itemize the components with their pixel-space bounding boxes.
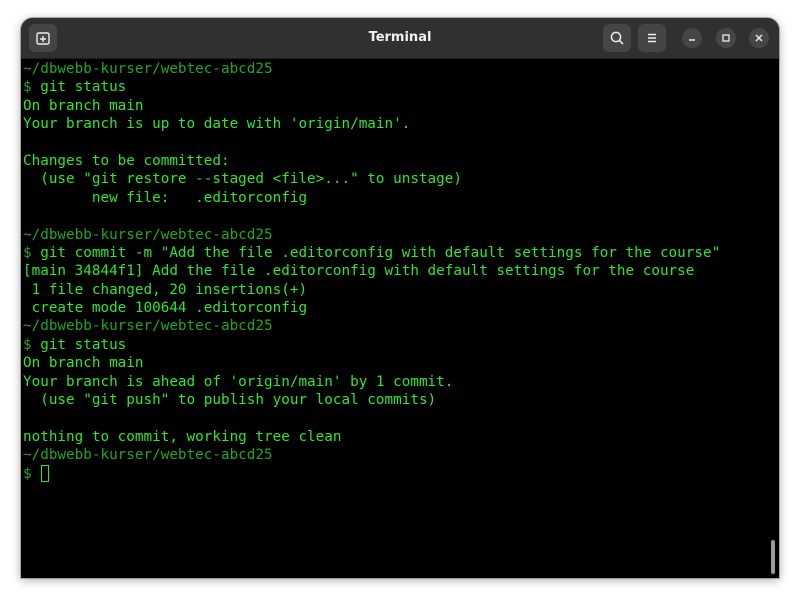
close-icon: [755, 34, 763, 42]
output-line: nothing to commit, working tree clean: [23, 428, 342, 445]
search-icon: [610, 31, 624, 45]
command-line: $ git status: [23, 336, 720, 354]
output-line: On branch main: [23, 97, 144, 114]
current-prompt-line: $: [23, 464, 720, 483]
command-text: [32, 466, 41, 482]
command-text: git commit -m "Add the file .editorconfi…: [31, 244, 721, 261]
terminal-output-area[interactable]: ~/dbwebb-kurser/webtec-abcd25 $ git statu…: [21, 59, 779, 578]
hamburger-menu-icon: [648, 33, 656, 43]
prompt-symbol: $: [23, 465, 32, 482]
output-line: Your branch is up to date with 'origin/m…: [23, 116, 411, 133]
output-line: On branch main: [23, 355, 144, 372]
maximize-button[interactable]: [716, 28, 736, 48]
output-line: (use "git push" to publish your local co…: [23, 392, 437, 409]
output-line: [main 34844f1] Add the file .editorconfi…: [23, 263, 695, 280]
menu-button[interactable]: [638, 24, 666, 52]
output-line: 1 file changed, 20 insertions(+): [23, 281, 308, 298]
scrollbar[interactable]: [771, 540, 775, 574]
output-line: create mode 100644 .editorconfig: [23, 300, 308, 317]
command-line: $ git commit -m "Add the file .editorcon…: [23, 244, 720, 262]
close-button[interactable]: [749, 28, 769, 48]
prompt-path-line: ~/dbwebb-kurser/webtec-abcd25: [23, 318, 273, 335]
title-bar[interactable]: Terminal: [21, 18, 779, 59]
prompt-symbol: $: [23, 244, 32, 261]
terminal-lines: ~/dbwebb-kurser/webtec-abcd25 $ git statu…: [23, 60, 720, 483]
search-button[interactable]: [603, 24, 631, 52]
blank-line: [23, 207, 720, 225]
prompt-path-line: ~/dbwebb-kurser/webtec-abcd25: [23, 447, 273, 464]
prompt-path-line: ~/dbwebb-kurser/webtec-abcd25: [23, 61, 273, 77]
output-line: new file: .editorconfig: [23, 189, 308, 206]
blank-line: [23, 409, 720, 427]
minimize-icon: [689, 39, 695, 41]
minimize-button[interactable]: [682, 28, 702, 48]
text-cursor[interactable]: [41, 464, 50, 482]
prompt-symbol: $: [23, 336, 32, 353]
maximize-icon: [722, 34, 730, 42]
prompt-symbol: $: [23, 79, 32, 96]
blank-line: [23, 134, 720, 152]
output-line: (use "git restore --staged <file>..." to…: [23, 171, 462, 188]
command-line: $ git status: [23, 78, 720, 96]
output-line: Your branch is ahead of 'origin/main' by…: [23, 373, 454, 390]
command-text: git status: [31, 79, 127, 96]
output-line: Changes to be committed:: [23, 152, 230, 169]
terminal-window: Terminal ~/dbwebb-kurser/webtec-abcd25 $…: [21, 18, 779, 578]
prompt-path-line: ~/dbwebb-kurser/webtec-abcd25: [23, 226, 273, 243]
command-text: git status: [31, 336, 127, 353]
